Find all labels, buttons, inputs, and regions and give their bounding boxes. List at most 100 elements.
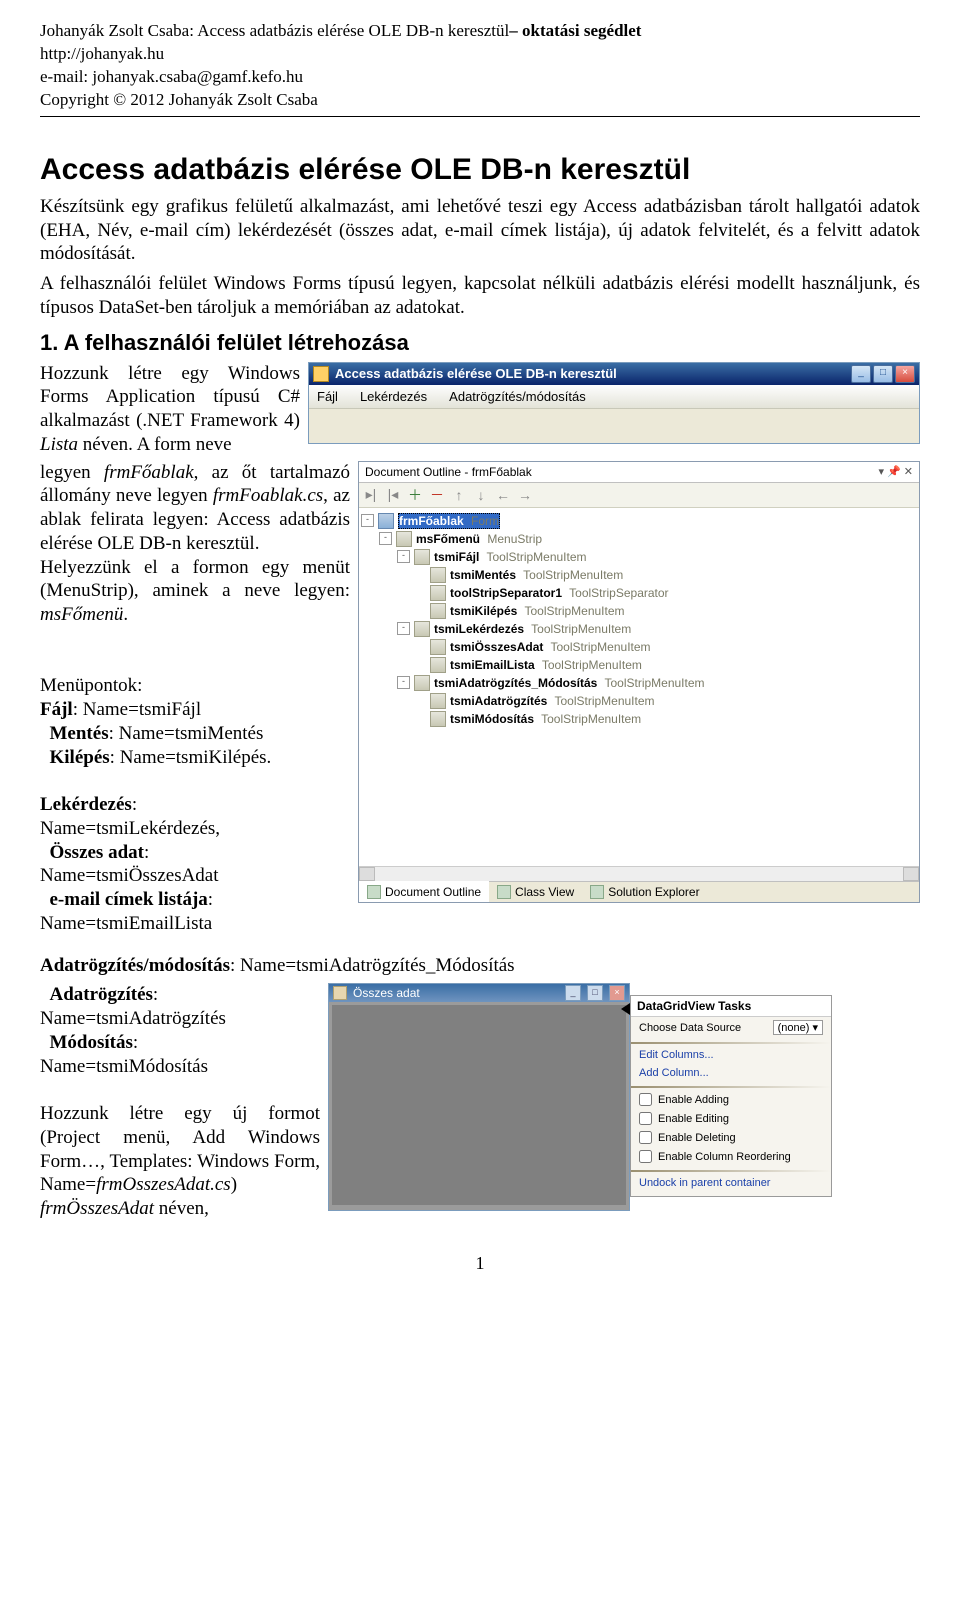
- tree-node[interactable]: toolStripSeparator1 ToolStripSeparator: [361, 584, 917, 602]
- expander-icon: [415, 605, 426, 616]
- form2-close-button[interactable]: ×: [609, 985, 625, 1001]
- menu-adatrogzites[interactable]: Adatrögzítés/módosítás: [449, 389, 586, 404]
- menu-fajl[interactable]: Fájl: [317, 389, 338, 404]
- expander-icon: [415, 659, 426, 670]
- header-author-title: Johanyák Zsolt Csaba: Access adatbázis e…: [40, 21, 509, 40]
- link-add-column[interactable]: Add Column...: [639, 1067, 709, 1079]
- tree-node[interactable]: - tsmiLekérdezés ToolStripMenuItem: [361, 620, 917, 638]
- link-undock[interactable]: Undock in parent container: [639, 1177, 770, 1189]
- check-enable-col-reorder[interactable]: [639, 1150, 652, 1163]
- expander-icon[interactable]: -: [397, 622, 410, 635]
- outline-bottom-tabs: Document Outline Class View Solution Exp…: [359, 881, 919, 902]
- header-url: http://johanyak.hu: [40, 43, 920, 66]
- minimize-button[interactable]: _: [851, 365, 871, 383]
- winform-titlebar: Access adatbázis elérése OLE DB-n keresz…: [309, 363, 919, 385]
- header-email: e-mail: johanyak.csaba@gamf.kefo.hu: [40, 66, 920, 89]
- component-icon: [430, 567, 446, 583]
- remove-icon[interactable]: －: [429, 485, 445, 505]
- tree-node[interactable]: tsmiEmailLista ToolStripMenuItem: [361, 656, 917, 674]
- tree-node-label: frmFőablak Form: [398, 513, 500, 529]
- component-icon: [414, 621, 430, 637]
- tree-node[interactable]: tsmiMentés ToolStripMenuItem: [361, 566, 917, 584]
- expander-icon[interactable]: -: [397, 550, 410, 563]
- add-icon[interactable]: ＋: [407, 485, 423, 505]
- expander-icon[interactable]: -: [361, 514, 374, 527]
- page-title: Access adatbázis elérése OLE DB-n keresz…: [40, 153, 920, 187]
- tree-node[interactable]: tsmiAdatrögzítés ToolStripMenuItem: [361, 692, 917, 710]
- document-outline-panel: Document Outline - frmFőablak ▾ 📌 ✕ ▸| |…: [358, 461, 920, 903]
- form2-icon: [333, 986, 347, 1000]
- tree-node[interactable]: - frmFőablak Form: [361, 512, 917, 530]
- form2-minimize-button[interactable]: _: [565, 985, 581, 1001]
- collapse-icon[interactable]: |◂: [385, 486, 401, 503]
- winform-title: Access adatbázis elérése OLE DB-n keresz…: [335, 366, 845, 381]
- intro-paragraph-2: A felhasználói felület Windows Forms típ…: [40, 272, 920, 320]
- component-icon: [430, 711, 446, 727]
- check-enable-editing[interactable]: [639, 1112, 652, 1125]
- right-icon[interactable]: →: [517, 487, 533, 503]
- smart-tag-icon[interactable]: [621, 1003, 630, 1015]
- winform-menubar: Fájl Lekérdezés Adatrögzítés/módosítás: [309, 385, 919, 409]
- link-edit-columns[interactable]: Edit Columns...: [639, 1049, 714, 1061]
- tab-class-view[interactable]: Class View: [489, 882, 582, 902]
- left-text-2: legyen frmFőablak, az őt tartalmazó állo…: [40, 461, 350, 936]
- outline-tree[interactable]: -frmFőablak Form-msFőmenü MenuStrip-tsmi…: [359, 508, 919, 866]
- check-enable-adding[interactable]: [639, 1093, 652, 1106]
- winform-preview: Access adatbázis elérése OLE DB-n keresz…: [308, 362, 920, 444]
- outline-toolbar: ▸| |◂ ＋ － ↑ ↓ ← →: [359, 483, 919, 508]
- header-divider: [40, 116, 920, 117]
- tree-node-label: tsmiLekérdezés ToolStripMenuItem: [434, 622, 631, 636]
- tab-doc-outline-icon: [367, 885, 381, 899]
- down-icon[interactable]: ↓: [473, 487, 489, 503]
- expander-icon: [415, 587, 426, 598]
- up-icon[interactable]: ↑: [451, 487, 467, 503]
- tab-solution-explorer-icon: [590, 885, 604, 899]
- expander-icon: [415, 569, 426, 580]
- doc-header: Johanyák Zsolt Csaba: Access adatbázis e…: [40, 20, 920, 43]
- maximize-button[interactable]: □: [873, 365, 893, 383]
- tab-solution-explorer[interactable]: Solution Explorer: [582, 882, 707, 902]
- h-scrollbar[interactable]: [359, 866, 919, 881]
- expander-icon[interactable]: -: [379, 532, 392, 545]
- tree-node[interactable]: tsmiKilépés ToolStripMenuItem: [361, 602, 917, 620]
- expander-icon[interactable]: -: [397, 676, 410, 689]
- tree-node[interactable]: -tsmiAdatrögzítés_Módosítás ToolStripMen…: [361, 674, 917, 692]
- scroll-left-icon[interactable]: [359, 867, 375, 881]
- panel-controls[interactable]: ▾ 📌 ✕: [878, 465, 913, 478]
- expander-icon: [415, 641, 426, 652]
- left-text-1: Hozzunk létre egy Windows Forms Applicat…: [40, 362, 300, 457]
- close-button[interactable]: ×: [895, 365, 915, 383]
- tree-node-label: tsmiKilépés ToolStripMenuItem: [450, 604, 625, 618]
- check-enable-deleting[interactable]: [639, 1131, 652, 1144]
- scroll-right-icon[interactable]: [903, 867, 919, 881]
- menu-lekerdezes[interactable]: Lekérdezés: [360, 389, 427, 404]
- expand-icon[interactable]: ▸|: [363, 486, 379, 503]
- component-icon: [430, 657, 446, 673]
- tree-node[interactable]: tsmiÖsszesAdat ToolStripMenuItem: [361, 638, 917, 656]
- header-suffix: – oktatási segédlet: [509, 21, 641, 40]
- form2-title: Összes adat: [353, 986, 559, 1000]
- form2-titlebar: Összes adat _ □ ×: [329, 984, 629, 1002]
- tree-node-label: tsmiMentés ToolStripMenuItem: [450, 568, 623, 582]
- tab-document-outline[interactable]: Document Outline: [359, 881, 489, 902]
- tree-node-label: toolStripSeparator1 ToolStripSeparator: [450, 586, 669, 600]
- tree-node[interactable]: -msFőmenü MenuStrip: [361, 530, 917, 548]
- left-icon[interactable]: ←: [495, 487, 511, 503]
- tree-node-label: tsmiMódosítás ToolStripMenuItem: [450, 712, 641, 726]
- section-1-heading: 1. A felhasználói felület létrehozása: [40, 330, 920, 356]
- menupontok-label: Menüpontok:: [40, 675, 142, 696]
- component-icon: [396, 531, 412, 547]
- form-icon: [378, 513, 394, 529]
- tree-node[interactable]: tsmiMódosítás ToolStripMenuItem: [361, 710, 917, 728]
- tree-node[interactable]: -tsmiFájl ToolStripMenuItem: [361, 548, 917, 566]
- tasks-title: DataGridView Tasks: [631, 996, 831, 1017]
- component-icon: [430, 639, 446, 655]
- intro-paragraph-1: Készítsünk egy grafikus felületű alkalma…: [40, 195, 920, 266]
- form-osszes-adat: Összes adat _ □ ×: [328, 983, 630, 1211]
- tree-node-label: tsmiÖsszesAdat ToolStripMenuItem: [450, 640, 651, 654]
- datagridview-tasks-panel: DataGridView Tasks Choose Data Source (n…: [630, 995, 832, 1197]
- form2-maximize-button[interactable]: □: [587, 985, 603, 1001]
- page-number: 1: [40, 1253, 920, 1274]
- tree-node-label: tsmiAdatrögzítés ToolStripMenuItem: [450, 694, 655, 708]
- datasource-dropdown[interactable]: (none) ▾: [773, 1020, 823, 1035]
